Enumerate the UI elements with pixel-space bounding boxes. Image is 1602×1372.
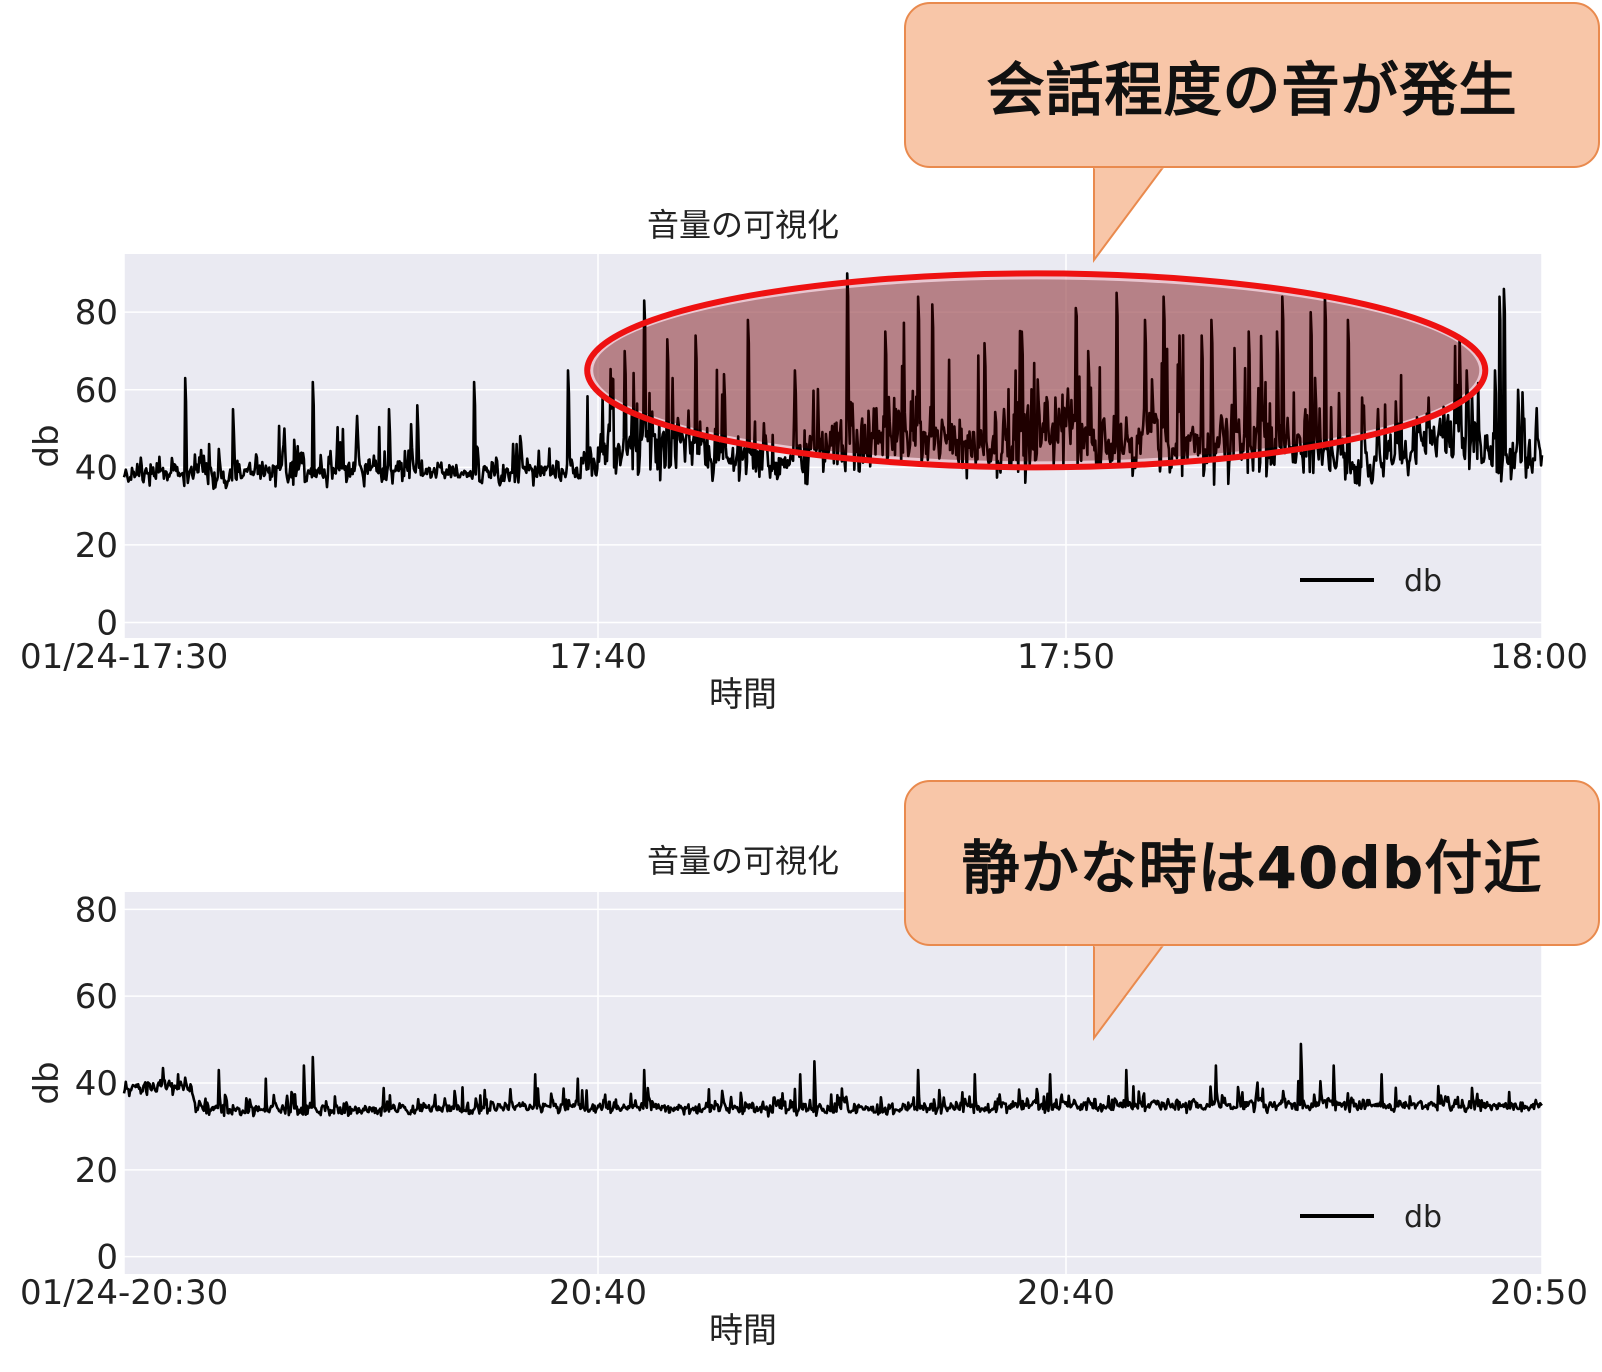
callout-tail-2: [1093, 942, 1166, 1042]
y-tick-label-4: 80: [75, 890, 118, 930]
x-axis-label: 時間: [709, 1311, 777, 1351]
figure-canvas: 音量の可視化 0 20 40 60 80 01/24-17:30 17:40 17:50 18:0…: [20, 206, 1588, 1351]
y-tick-label-2: 40: [75, 448, 118, 488]
callout-conversation: 会話程度の音が発生: [904, 2, 1600, 168]
y-tick-label-1: 20: [75, 1151, 118, 1191]
chart-title: 音量の可視化: [647, 842, 839, 880]
y-tick-label-3: 60: [75, 371, 118, 411]
x-tick-label-0: 01/24-17:30: [20, 637, 228, 677]
x-tick-label-2: 20:40: [1017, 1273, 1115, 1313]
y-tick-label-4: 80: [75, 293, 118, 333]
y-axis-label: db: [27, 424, 67, 467]
callout-conversation-text: 会話程度の音が発生: [986, 56, 1518, 124]
x-tick-label-1: 20:40: [549, 1273, 647, 1313]
legend-label: db: [1404, 564, 1442, 599]
y-tick-label-3: 60: [75, 977, 118, 1017]
callout-tail-1: [1093, 164, 1166, 264]
y-axis-label: db: [27, 1061, 67, 1104]
x-tick-label-0: 01/24-20:30: [20, 1273, 228, 1313]
chart-title: 音量の可視化: [647, 206, 839, 244]
callout-quiet-text: 静かな時は40db付近: [961, 834, 1543, 902]
x-tick-label-3: 18:00: [1490, 637, 1588, 677]
highlight-ellipse-tint-0: [593, 279, 1480, 462]
x-axis-label: 時間: [709, 675, 777, 715]
callout-quiet: 静かな時は40db付近: [904, 780, 1600, 946]
x-tick-label-1: 17:40: [549, 637, 647, 677]
y-tick-label-2: 40: [75, 1064, 118, 1104]
legend-label: db: [1404, 1200, 1442, 1235]
x-tick-label-3: 20:50: [1490, 1273, 1588, 1313]
y-tick-label-1: 20: [75, 526, 118, 566]
y-tick-label-0: 0: [96, 1238, 118, 1278]
x-tick-label-2: 17:50: [1017, 637, 1115, 677]
chart-top: 音量の可視化02040608001/24-17:30 17:40 17:50 18:0…: [20, 206, 1588, 715]
